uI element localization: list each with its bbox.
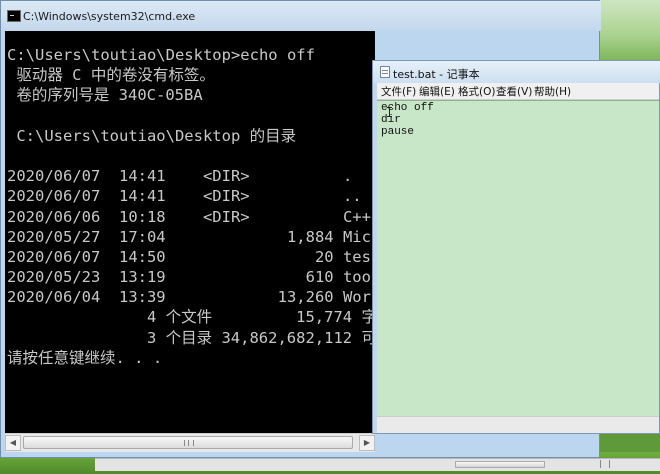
menu-edit[interactable]: 编辑(E): [419, 84, 455, 99]
menu-view[interactable]: 查看(V): [496, 84, 532, 99]
background-window-scrollbar[interactable]: [95, 458, 660, 471]
scrollbar-thumb[interactable]: [23, 436, 353, 449]
background-scrollbar-thumb[interactable]: [455, 461, 545, 468]
console-line: 2020/06/07 14:41 <DIR> ..: [7, 187, 362, 206]
console-line: 驱动器 C 中的卷没有标签。: [7, 66, 215, 85]
notepad-icon: [380, 66, 390, 78]
grip-icon: [184, 440, 194, 446]
console-line: 请按任意键继续. . .: [7, 348, 163, 367]
cmd-horizontal-scrollbar[interactable]: ◀ ▶: [5, 433, 375, 452]
menu-file[interactable]: 文件(F): [381, 84, 416, 99]
menu-help[interactable]: 帮助(H): [534, 84, 571, 99]
notepad-line: pause: [381, 126, 415, 138]
scroll-left-arrow-icon[interactable]: ◀: [5, 435, 21, 451]
console-line: C:\Users\toutiao\Desktop>echo off: [7, 46, 315, 64]
grip-icon: [600, 460, 610, 468]
console-line: 2020/05/27 17:04 1,884 Micro: [7, 227, 375, 246]
menu-format[interactable]: 格式(O): [458, 84, 495, 99]
console-line: 2020/05/23 13:19 610 tools: [7, 268, 375, 287]
console-line: 4 个文件 15,774 字: [7, 308, 375, 327]
notepad-menubar: 文件(F) 编辑(E) 格式(O) 查看(V) 帮助(H): [377, 83, 659, 100]
cmd-window-icon: [7, 10, 21, 22]
console-line: 卷的序列号是 340C-05BA: [7, 86, 203, 105]
console-line: C:\Users\toutiao\Desktop 的目录: [7, 126, 297, 145]
scroll-right-arrow-icon[interactable]: ▶: [359, 435, 375, 451]
console-line: 2020/06/07 14:50 20 test.: [7, 247, 375, 266]
console-lines: C:\Users\toutiao\Desktop>echo off 驱动器 C …: [7, 45, 375, 368]
console-line: 2020/06/04 13:39 13,260 Word: [7, 288, 375, 307]
notepad-titlebar[interactable]: test.bat - 记事本: [373, 61, 660, 83]
cmd-titlebar[interactable]: C:\Windows\system32\cmd.exe: [1, 1, 601, 31]
console-line: 2020/06/06 10:18 <DIR> C++: [7, 207, 371, 226]
console-line: 3 个目录 34,862,682,112 可: [7, 328, 375, 347]
console-line: 2020/06/07 14:41 <DIR> .: [7, 167, 353, 186]
cmd-window-title: C:\Windows\system32\cmd.exe: [23, 10, 196, 23]
notepad-text-area[interactable]: echo off dir pause: [377, 100, 659, 417]
notepad-title: test.bat - 记事本: [393, 68, 480, 81]
console-output[interactable]: C:\Users\toutiao\Desktop>echo off 驱动器 C …: [5, 31, 375, 433]
notepad-status-area: [377, 416, 659, 433]
text-cursor-icon: [387, 107, 392, 117]
notepad-window[interactable]: test.bat - 记事本 文件(F) 编辑(E) 格式(O) 查看(V) 帮…: [372, 60, 660, 434]
